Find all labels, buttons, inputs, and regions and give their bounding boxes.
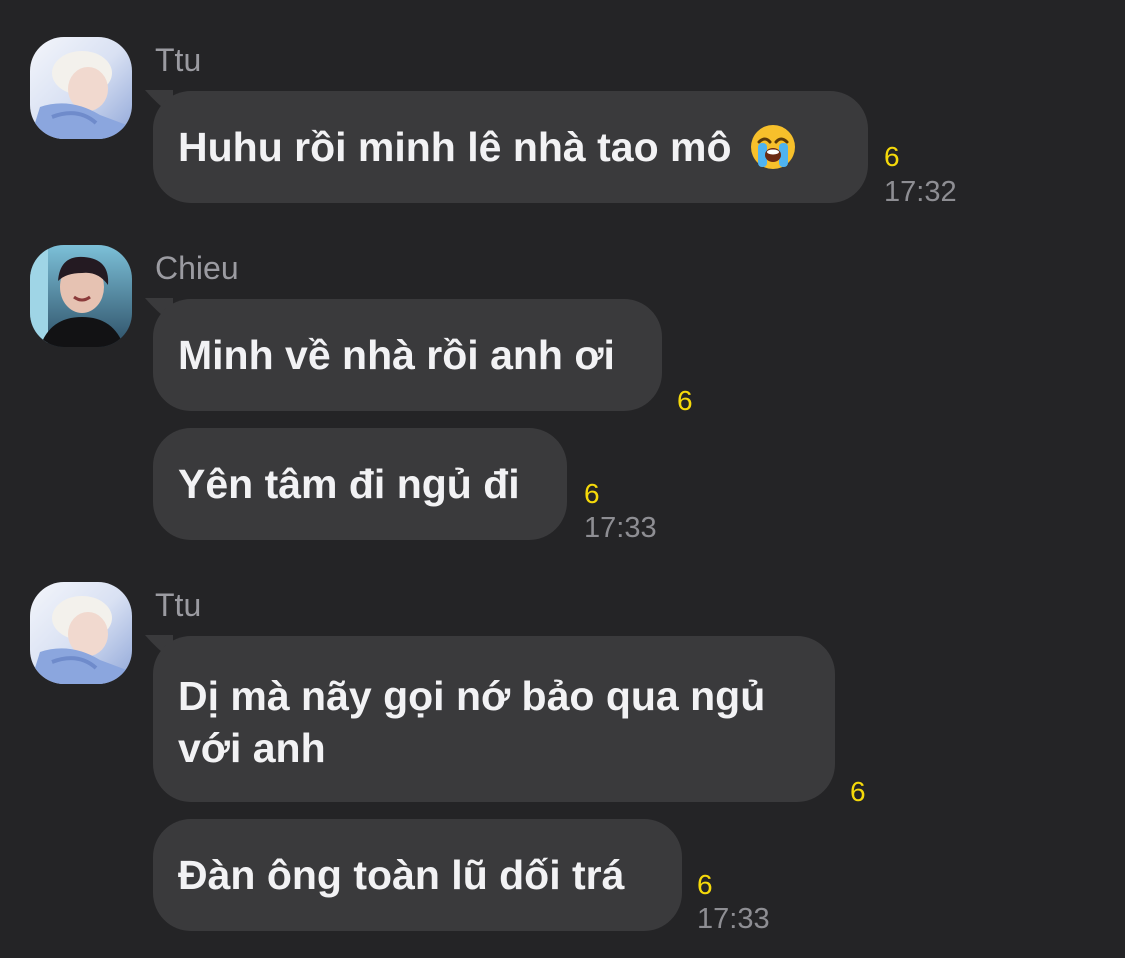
message-bubble[interactable]: Đàn ông toàn lũ dối trá: [153, 819, 682, 931]
reaction-count: 6: [584, 478, 600, 509]
sender-name: Ttu: [155, 587, 202, 623]
message-bubble[interactable]: Minh về nhà rồi anh ơi: [153, 299, 662, 411]
message-bubble[interactable]: Yên tâm đi ngủ đi: [153, 428, 567, 540]
message-bubble[interactable]: Dị mà nãy gọi nớ bảo qua ngủ với anh: [153, 636, 835, 802]
sender-name: Chieu: [155, 250, 239, 286]
reaction-count: 6: [850, 776, 866, 807]
message-text: Dị mà nãy gọi nớ bảo qua ngủ với anh: [178, 673, 766, 771]
avatar-ttu-image: [30, 37, 132, 139]
avatar-ttu[interactable]: [30, 582, 132, 684]
message-text: Đàn ông toàn lũ dối trá: [178, 852, 625, 898]
avatar-chieu-image: [30, 245, 132, 347]
reaction-count: 6: [884, 141, 900, 172]
reaction-count: 6: [697, 869, 713, 900]
message-text: Minh về nhà rồi anh ơi: [178, 332, 615, 378]
reaction-count: 6: [677, 385, 693, 416]
avatar-ttu-image: [30, 582, 132, 684]
message-time: 17:32: [884, 176, 957, 208]
message-time: 17:33: [584, 512, 657, 544]
message-text: Huhu rồi minh lê nhà tao mô: [178, 124, 732, 170]
message-text: Yên tâm đi ngủ đi: [178, 461, 520, 507]
avatar-ttu[interactable]: [30, 37, 132, 139]
message-time: 17:33: [697, 903, 770, 935]
sender-name: Ttu: [155, 42, 202, 78]
avatar-chieu[interactable]: [30, 245, 132, 347]
loudly-crying-face-icon: [750, 125, 795, 169]
message-bubble[interactable]: Huhu rồi minh lê nhà tao mô: [153, 91, 868, 203]
